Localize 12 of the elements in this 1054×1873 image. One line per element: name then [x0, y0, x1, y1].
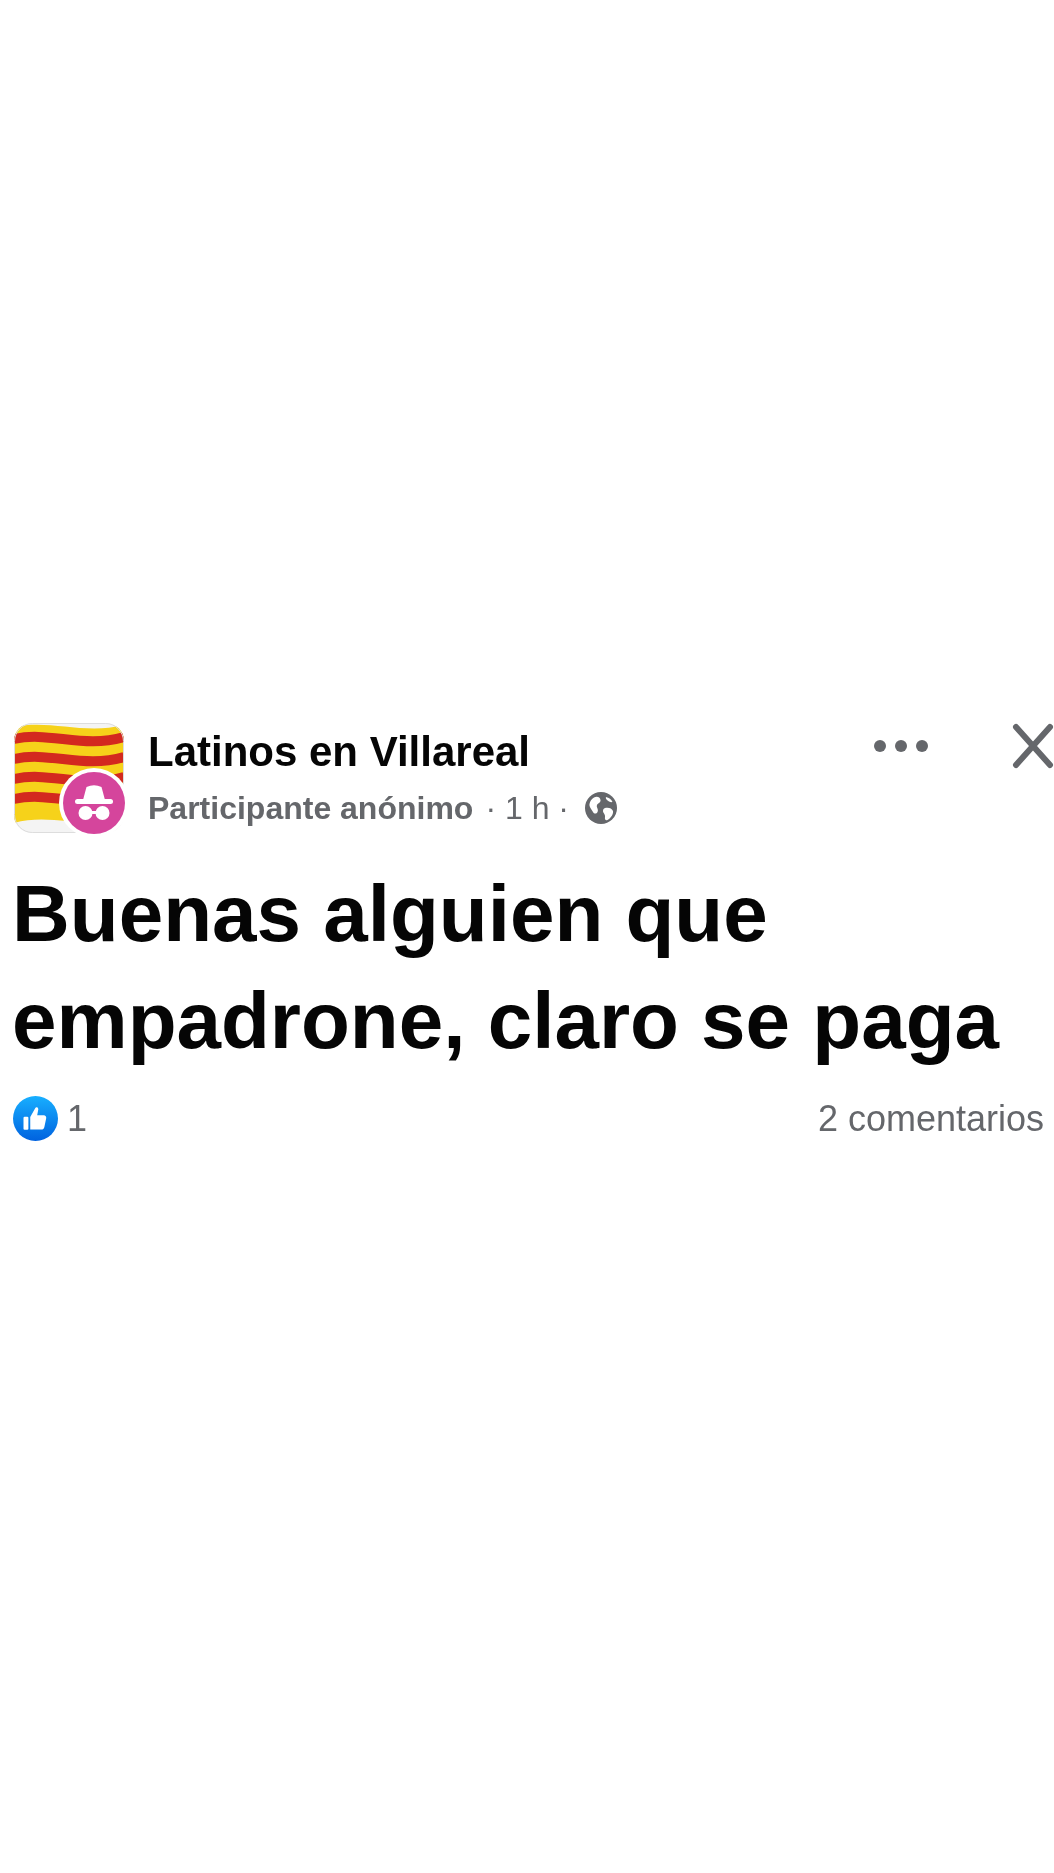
reactions-button[interactable]: 1 — [13, 1095, 88, 1141]
group-name[interactable]: Latinos en Villareal — [148, 726, 531, 777]
dots-icon — [874, 739, 928, 752]
post-time: · 1 h · — [485, 788, 569, 828]
author-name: Participante anónimo — [148, 788, 474, 828]
more-button[interactable] — [874, 739, 928, 752]
comments-link[interactable]: 2 comentarios — [817, 1095, 1044, 1141]
close-button[interactable] — [1012, 722, 1054, 769]
thumbs-up-icon — [13, 1095, 58, 1141]
globe-icon — [584, 792, 617, 825]
close-icon — [1012, 722, 1054, 769]
post-text: Buenas alguien que empadrone, claro se paga — [12, 867, 1001, 1067]
